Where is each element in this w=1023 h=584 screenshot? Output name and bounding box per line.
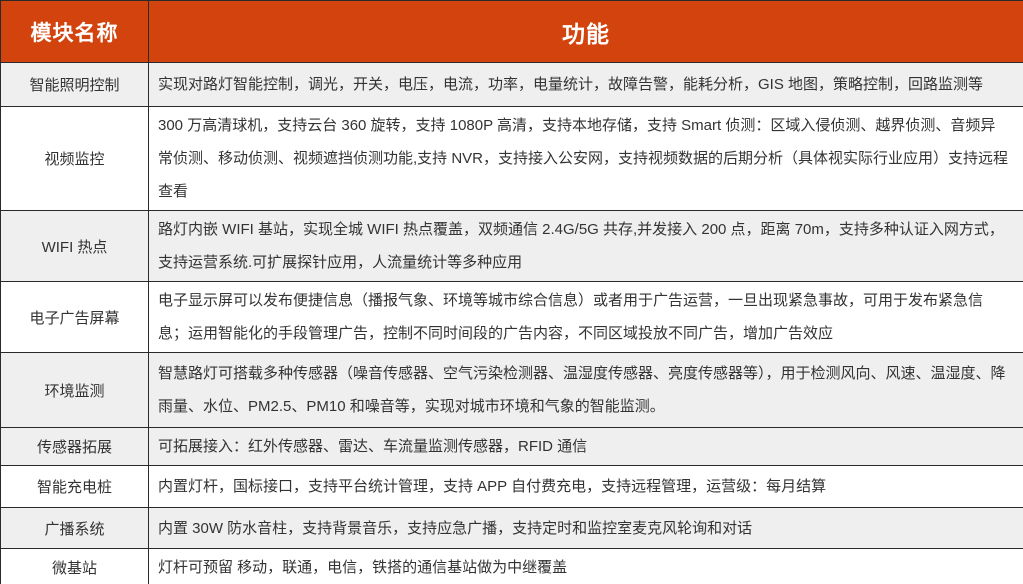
table-row-broadcast-system: 广播系统 内置 30W 防水音柱，支持背景音乐，支持应急广播，支持定时和监控室麦… (1, 508, 1023, 549)
table-row-electronic-ad-screen: 电子广告屏幕 电子显示屏可以发布便捷信息（播报气象、环境等城市综合信息）或者用于… (1, 282, 1023, 353)
table-row-video-surveillance: 视频监控 300 万高清球机，支持云台 360 旋转，支持 1080P 高清，支… (1, 107, 1023, 211)
table-row-micro-base-station: 微基站 灯杆可预留 移动，联通，电信，铁搭的通信基站做为中继覆盖 (1, 549, 1023, 584)
function-cell: 电子显示屏可以发布便捷信息（播报气象、环境等城市综合信息）或者用于广告运营，一旦… (149, 282, 1023, 353)
function-cell: 路灯内嵌 WIFI 基站，实现全城 WIFI 热点覆盖，双频通信 2.4G/5G… (149, 211, 1023, 282)
header-row: 模块名称 功能 (1, 1, 1023, 63)
table-row-sensor-expansion: 传感器拓展 可拓展接入：红外传感器、雷达、车流量监测传感器，RFID 通信 (1, 428, 1023, 466)
module-name-cell: 视频监控 (1, 107, 149, 211)
module-name-cell: 微基站 (1, 549, 149, 584)
function-cell: 智慧路灯可搭载多种传感器（噪音传感器、空气污染检测器、温湿度传感器、亮度传感器等… (149, 353, 1023, 428)
module-name-cell: 电子广告屏幕 (1, 282, 149, 353)
table-row-smart-charging-pile: 智能充电桩 内置灯杆，国标接口，支持平台统计管理，支持 APP 自付费充电，支持… (1, 466, 1023, 508)
function-cell: 灯杆可预留 移动，联通，电信，铁搭的通信基站做为中继覆盖 (149, 549, 1023, 584)
function-cell: 可拓展接入：红外传感器、雷达、车流量监测传感器，RFID 通信 (149, 428, 1023, 466)
module-name-cell: WIFI 热点 (1, 211, 149, 282)
module-function-table-page: 模块名称 功能 智能照明控制 实现对路灯智能控制，调光，开关，电压，电流，功率，… (0, 0, 1023, 584)
table-header: 模块名称 功能 (1, 1, 1023, 63)
table-body: 智能照明控制 实现对路灯智能控制，调光，开关，电压，电流，功率，电量统计，故障告… (1, 63, 1023, 584)
module-name-cell: 环境监测 (1, 353, 149, 428)
function-cell: 内置 30W 防水音柱，支持背景音乐，支持应急广播，支持定时和监控室麦克风轮询和… (149, 508, 1023, 549)
module-name-cell: 传感器拓展 (1, 428, 149, 466)
header-function: 功能 (149, 1, 1023, 63)
module-function-table: 模块名称 功能 智能照明控制 实现对路灯智能控制，调光，开关，电压，电流，功率，… (0, 0, 1023, 584)
function-cell: 内置灯杆，国标接口，支持平台统计管理，支持 APP 自付费充电，支持远程管理，运… (149, 466, 1023, 508)
module-name-cell: 智能照明控制 (1, 63, 149, 107)
table-row-environment-monitoring: 环境监测 智慧路灯可搭载多种传感器（噪音传感器、空气污染检测器、温湿度传感器、亮… (1, 353, 1023, 428)
module-name-cell: 广播系统 (1, 508, 149, 549)
header-module-name: 模块名称 (1, 1, 149, 63)
function-cell: 实现对路灯智能控制，调光，开关，电压，电流，功率，电量统计，故障告警，能耗分析，… (149, 63, 1023, 107)
module-name-cell: 智能充电桩 (1, 466, 149, 508)
table-row-wifi-hotspot: WIFI 热点 路灯内嵌 WIFI 基站，实现全城 WIFI 热点覆盖，双频通信… (1, 211, 1023, 282)
function-cell: 300 万高清球机，支持云台 360 旋转，支持 1080P 高清，支持本地存储… (149, 107, 1023, 211)
table-row-smart-lighting-control: 智能照明控制 实现对路灯智能控制，调光，开关，电压，电流，功率，电量统计，故障告… (1, 63, 1023, 107)
